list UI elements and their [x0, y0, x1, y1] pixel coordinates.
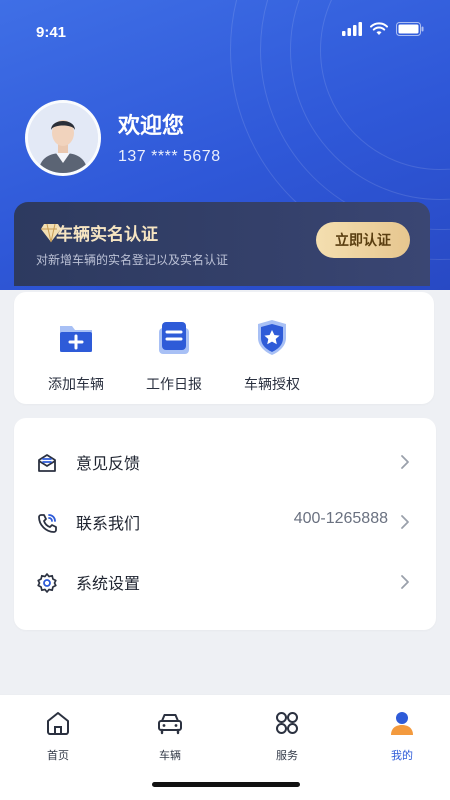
menu-item-system-settings[interactable]: 系统设置 — [14, 552, 436, 612]
status-time: 9:41 — [36, 24, 67, 41]
tab-label: 我的 — [391, 749, 413, 762]
avatar[interactable] — [25, 100, 101, 176]
certification-title: 车辆实名认证 — [56, 225, 158, 245]
wifi-icon — [370, 22, 388, 35]
user-icon — [391, 712, 413, 735]
shortcuts-card: 添加车辆 工作日报 车辆授权 — [14, 292, 434, 404]
menu-item-feedback[interactable]: 意见反馈 — [14, 432, 436, 492]
status-bar: 9:41 — [0, 0, 450, 64]
shortcut-daily-report[interactable]: 工作日报 — [128, 318, 220, 394]
phone-icon — [38, 514, 57, 533]
home-icon — [47, 712, 69, 735]
signal-icon — [342, 22, 362, 36]
feedback-icon — [38, 454, 56, 472]
tab-mine[interactable]: 我的 — [372, 709, 432, 763]
home-indicator — [152, 782, 300, 787]
certification-subtitle: 对新增车辆的实名登记以及实名认证 — [36, 253, 229, 267]
tab-label: 服务 — [276, 749, 298, 762]
tab-services[interactable]: 服务 — [257, 709, 317, 763]
shortcut-label: 添加车辆 — [48, 377, 104, 393]
welcome-text: 欢迎您 — [118, 114, 185, 139]
menu-item-label: 联系我们 — [76, 514, 141, 533]
chevron-right-icon — [401, 455, 409, 469]
settings-gear-icon — [37, 573, 57, 593]
report-icon — [159, 322, 189, 354]
shortcut-label: 工作日报 — [146, 377, 202, 393]
authorize-badge-icon — [258, 320, 286, 355]
contact-phone-value: 400-1265888 — [293, 510, 388, 527]
menu-item-label: 意见反馈 — [76, 454, 141, 473]
car-icon — [158, 714, 182, 735]
tab-home[interactable]: 首页 — [28, 709, 88, 763]
shortcut-add-vehicle[interactable]: 添加车辆 — [30, 318, 122, 394]
shortcut-vehicle-authorization[interactable]: 车辆授权 — [226, 318, 318, 394]
shortcut-label: 车辆授权 — [244, 377, 300, 393]
phone-number: 137 **** 5678 — [118, 148, 221, 165]
status-icons — [342, 22, 424, 36]
battery-icon — [396, 22, 424, 36]
tab-label: 车辆 — [159, 749, 181, 762]
user-avatar-icon — [28, 103, 98, 173]
tab-vehicles[interactable]: 车辆 — [140, 709, 200, 763]
menu-item-label: 系统设置 — [76, 574, 141, 593]
add-folder-icon — [60, 326, 92, 352]
menu-item-contact-us[interactable]: 联系我们 400-1265888 — [14, 492, 436, 552]
settings-menu-card: 意见反馈 联系我们 400-1265888 系统设置 — [14, 418, 436, 630]
certify-now-button[interactable]: 立即认证 — [316, 222, 410, 258]
chevron-right-icon — [401, 575, 409, 589]
grid-icon — [276, 712, 298, 734]
chevron-right-icon — [401, 515, 409, 529]
tab-label: 首页 — [47, 749, 69, 762]
